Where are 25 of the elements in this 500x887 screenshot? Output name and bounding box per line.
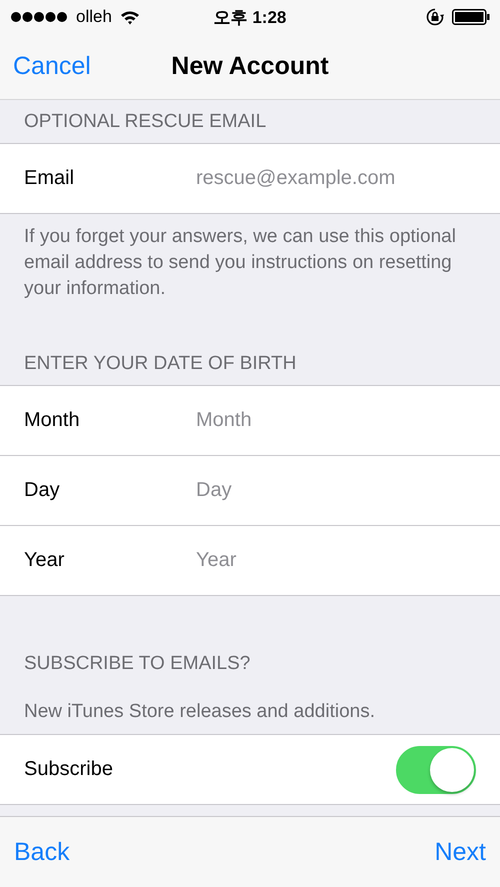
section-header: SUBSCRIBE TO EMAILS? <box>24 653 250 675</box>
next-button[interactable]: Next <box>434 838 486 866</box>
section-footer: If you forget your answers, we can use this optional email address to send you instructions on resetting your information. <box>24 226 456 299</box>
input-field[interactable]: Day <box>196 479 476 502</box>
input-field[interactable]: Month <box>196 409 476 432</box>
status-time: 오후 1:28 <box>214 6 286 28</box>
field-label: Day <box>24 479 61 502</box>
field-label: Year <box>24 549 66 572</box>
field-label: Month <box>24 409 81 432</box>
nav-title: New Account <box>171 52 329 81</box>
field-label: Email <box>24 167 76 190</box>
input-field[interactable]: Year <box>196 549 476 572</box>
section-note: New iTunes Store releases and additions. <box>24 700 375 722</box>
signal-icon <box>10 11 68 23</box>
section-header: ENTER YOUR DATE OF BIRTH <box>24 353 296 375</box>
subscribe-label: Subscribe <box>24 758 114 781</box>
battery-icon <box>452 9 490 25</box>
input-field[interactable]: rescue@example.com <box>196 167 476 190</box>
carrier-name: olleh <box>76 7 112 27</box>
wifi-icon <box>120 10 140 24</box>
subscribe-toggle[interactable] <box>396 746 476 794</box>
back-button[interactable]: Back <box>14 838 70 866</box>
cancel-button[interactable]: Cancel <box>13 52 91 81</box>
section-header: OPTIONAL RESCUE EMAIL <box>24 110 266 132</box>
rotation-lock-icon <box>426 8 444 26</box>
